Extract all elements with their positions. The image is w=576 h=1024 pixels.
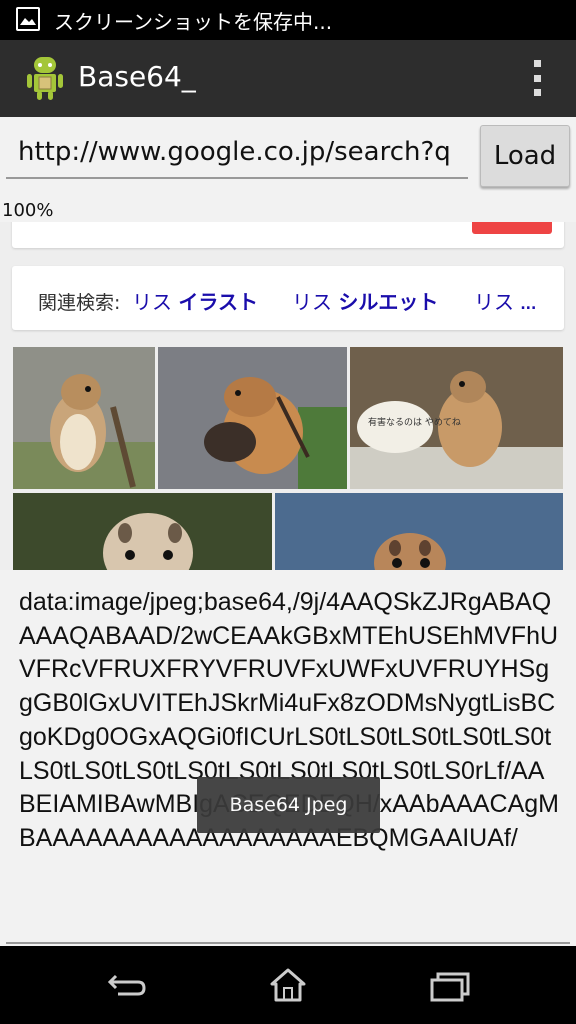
url-input[interactable]: http://www.google.co.jp/search?q bbox=[6, 137, 468, 179]
app-title: Base64_ bbox=[78, 60, 196, 93]
notification-text: スクリーンショットを保存中... bbox=[54, 10, 333, 34]
base64-output-textarea[interactable]: data:image/jpeg;base64,/9j/4AAQSkZJRgABA… bbox=[6, 570, 570, 944]
home-icon[interactable] bbox=[258, 964, 318, 1004]
back-icon[interactable] bbox=[98, 964, 158, 1004]
load-button[interactable]: Load bbox=[480, 125, 570, 187]
related-searches-label: 関連検索: bbox=[38, 292, 121, 314]
related-link-silhouette[interactable]: リス シルエット bbox=[292, 286, 438, 315]
related-link-illust[interactable]: リス イラスト bbox=[132, 286, 258, 315]
related-link-more[interactable]: リス ... bbox=[474, 286, 536, 315]
progress-text: 100% bbox=[2, 200, 54, 221]
toast: Base64 Jpeg bbox=[197, 777, 380, 833]
recent-apps-icon[interactable] bbox=[418, 964, 478, 1004]
navigation-bar bbox=[0, 946, 576, 1024]
search-button-red[interactable] bbox=[472, 222, 552, 234]
chipmunk-image-1[interactable] bbox=[13, 347, 155, 489]
overflow-menu-icon[interactable] bbox=[532, 60, 542, 96]
url-bar: http://www.google.co.jp/search?q Load bbox=[0, 117, 576, 207]
chipmunk-image-5[interactable] bbox=[275, 493, 563, 570]
image-icon bbox=[16, 7, 40, 31]
webview[interactable]: 関連検索: リス イラスト リス シルエット リス ... 有害なるのは やめて… bbox=[0, 222, 576, 570]
action-bar: Base64_ bbox=[0, 40, 576, 117]
chipmunk-image-3[interactable]: 有害なるのは やめてね bbox=[350, 347, 563, 489]
android-app-icon bbox=[27, 57, 63, 100]
related-searches-card: 関連検索: リス イラスト リス シルエット リス ... bbox=[12, 266, 564, 330]
speech-bubble-text: 有害なるのは やめてね bbox=[368, 416, 461, 428]
chipmunk-image-4[interactable] bbox=[13, 493, 272, 570]
chipmunk-image-2[interactable] bbox=[158, 347, 347, 489]
status-bar: スクリーンショットを保存中... bbox=[0, 0, 576, 40]
